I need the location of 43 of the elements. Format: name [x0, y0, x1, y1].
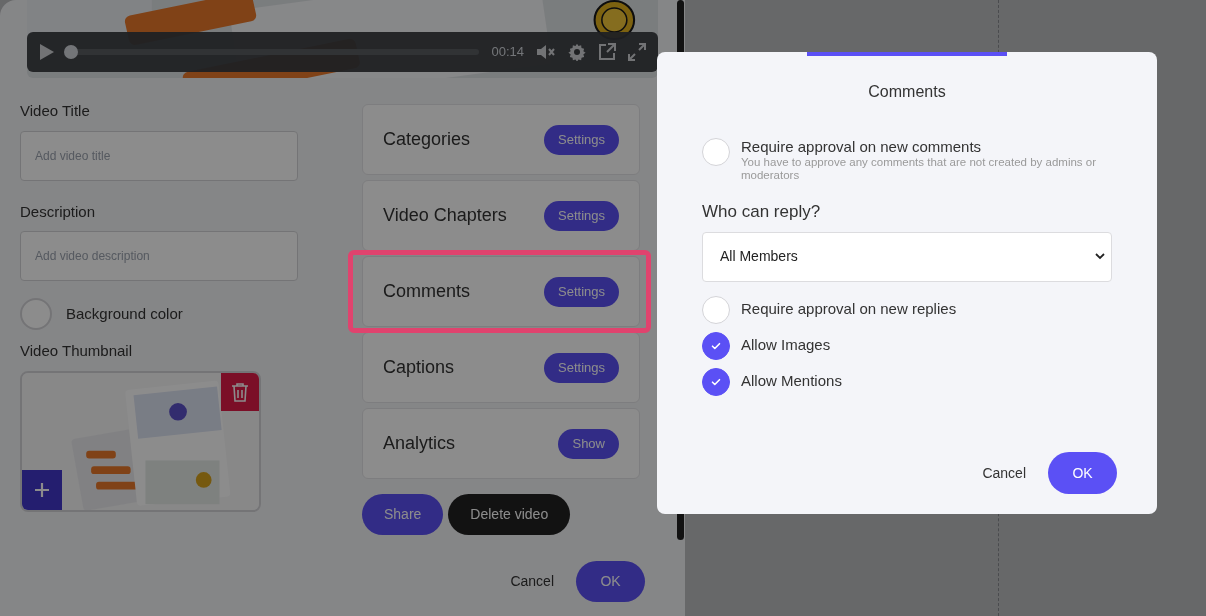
option-label: Require approval on new replies [741, 299, 957, 320]
time-label: 00:14 [491, 43, 524, 62]
option-description: You have to approve any comments that are not created by admins or moderators [741, 156, 1097, 182]
play-icon[interactable] [39, 43, 55, 61]
settings-button[interactable]: Settings [544, 352, 619, 383]
settings-icon[interactable] [568, 43, 586, 61]
field-label: Video Thumbnail [20, 341, 134, 361]
ok-button[interactable]: OK [576, 561, 645, 602]
card-title: Analytics [383, 432, 456, 455]
checkbox[interactable] [702, 331, 730, 360]
progress-thumb[interactable] [64, 45, 79, 59]
add-button[interactable] [22, 469, 62, 510]
ok-button[interactable]: OK [1048, 452, 1117, 494]
field-label: Description [20, 201, 97, 222]
option-label: Allow Mentions [741, 371, 842, 392]
card-title: Captions [383, 356, 455, 379]
card-title: Categories [383, 128, 471, 151]
settings-button[interactable]: Settings [544, 124, 619, 155]
delete-button[interactable] [221, 372, 259, 411]
checkbox[interactable] [702, 367, 730, 396]
select-field[interactable]: All Members [702, 231, 1112, 282]
share-button[interactable]: Share [362, 494, 444, 535]
fullscreen-icon[interactable] [628, 43, 646, 61]
delete-video-button[interactable]: Delete video [448, 494, 571, 535]
mute-icon[interactable] [536, 43, 556, 61]
trash-icon [231, 381, 249, 402]
cancel-button[interactable]: Cancel [510, 571, 554, 592]
settings-button[interactable]: Settings [544, 200, 619, 231]
settings-button[interactable]: Settings [544, 276, 619, 307]
field-label: Video Title [20, 101, 91, 121]
card-title: Comments [383, 280, 471, 303]
option-label: Require approval on new comments [741, 138, 983, 156]
chevron-down-icon [1095, 253, 1105, 260]
section-label: Who can reply? [702, 201, 822, 223]
plus-icon [34, 481, 50, 498]
card-title: Video Chapters [383, 204, 507, 227]
cancel-button[interactable]: Cancel [982, 462, 1026, 484]
settings-button[interactable]: Show [558, 428, 619, 459]
dialog-title: Comments [868, 82, 946, 102]
external-link-icon[interactable] [598, 43, 616, 61]
option-label: Allow Images [741, 335, 831, 356]
field-label: Background color [66, 303, 183, 324]
color-swatch[interactable] [20, 298, 52, 330]
